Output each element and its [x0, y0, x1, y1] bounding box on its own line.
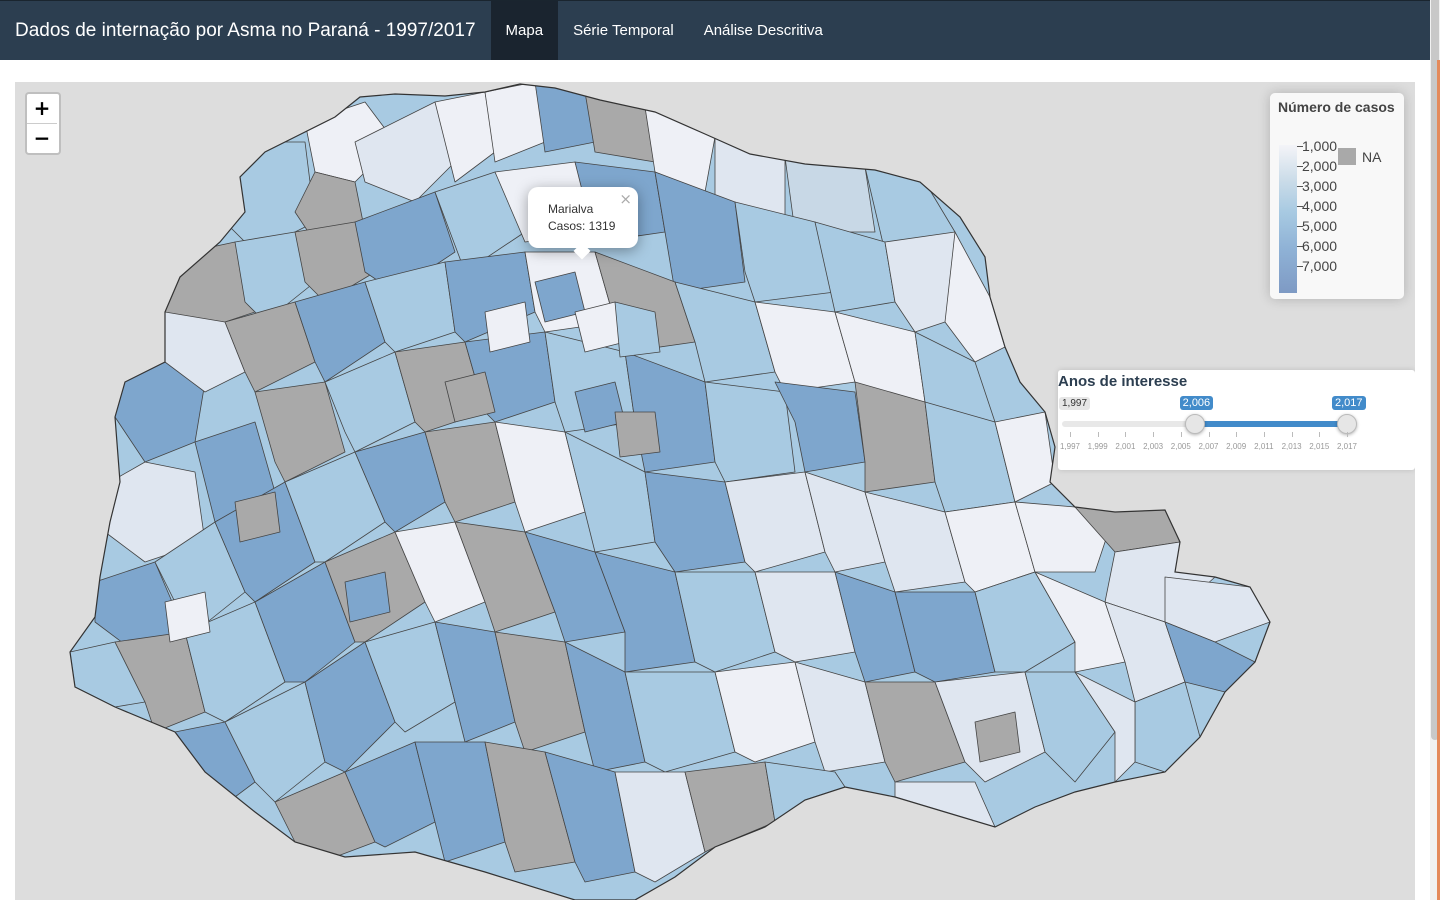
zoom-in-button[interactable]: +: [27, 94, 57, 124]
slider-tickmark: [1070, 432, 1071, 437]
legend-label-4000: 4,000: [1302, 198, 1338, 214]
slider-tick-label: 2,001: [1115, 442, 1136, 451]
slider-tick-label: 2,015: [1309, 442, 1330, 451]
popup-municipality-name: Marialva: [548, 202, 594, 216]
slider-from-value: 2,006: [1179, 396, 1214, 410]
tab-mapa[interactable]: Mapa: [490, 1, 559, 60]
slider-title: Anos de interesse: [1058, 373, 1188, 390]
municipality-polygons: [70, 84, 1270, 900]
slider-to-value: 2,017: [1332, 396, 1366, 410]
slider-tick-label: 1,997: [1059, 442, 1081, 451]
legend-label-2000: 2,000: [1302, 158, 1338, 174]
legend-na-swatch: [1338, 148, 1356, 165]
legend-color-ramp: [1279, 145, 1297, 293]
legend-label-7000: 7,000: [1302, 258, 1338, 274]
year-range-panel: Anos de interesse 1,997 2,006 2,017 1,99…: [1058, 370, 1415, 470]
slider-tickmark: [1263, 432, 1265, 437]
slider-handle-from[interactable]: [1184, 414, 1205, 434]
zoom-out-button[interactable]: −: [27, 124, 57, 153]
slider-handle-to[interactable]: [1337, 414, 1357, 434]
map-container[interactable]: + − × Marialva Casos: 1319 Número de cas…: [15, 82, 1415, 900]
slider-tick-label: 2,007: [1198, 442, 1219, 451]
slider-tickmark: [1319, 432, 1321, 437]
parana-choropleth-map[interactable]: [15, 82, 1415, 900]
legend-label-3000: 3,000: [1302, 178, 1338, 194]
slider-min-label: 1,997: [1059, 397, 1091, 410]
zoom-control: + −: [25, 92, 61, 155]
app-title: Dados de internação por Asma no Paraná -…: [15, 19, 476, 41]
slider-tickmark: [1236, 432, 1238, 437]
slider-tickmark: [1153, 432, 1155, 437]
navbar: Dados de internação por Asma no Paraná -…: [0, 0, 1430, 60]
slider-tick-label: 2,003: [1143, 442, 1164, 451]
tab-analise-descritiva[interactable]: Análise Descritiva: [689, 1, 838, 60]
slider-tickmark: [1097, 432, 1099, 437]
legend-label-5000: 5,000: [1302, 218, 1338, 234]
slider-tickmark: [1208, 432, 1210, 437]
slider-tick-label: 2,009: [1226, 442, 1247, 451]
legend-label-6000: 6,000: [1302, 238, 1338, 254]
slider-tickmark: [1125, 432, 1127, 437]
legend-na-label: NA: [1362, 149, 1382, 165]
slider-tick-label: 2,011: [1254, 442, 1274, 451]
map-legend: Número de casos 1,000 2,000 3,000 4,000 …: [1270, 93, 1404, 299]
slider-tick-label: 2,005: [1170, 442, 1191, 451]
slider-selected-range: [1194, 421, 1347, 427]
tab-serie-temporal[interactable]: Série Temporal: [558, 1, 689, 60]
municipality-popup: × Marialva Casos: 1319: [528, 187, 638, 260]
slider-tickmark: [1291, 432, 1293, 437]
slider-tickmark: [1180, 432, 1182, 437]
popup-close-button[interactable]: ×: [619, 190, 632, 208]
slider-tick-label: 2,017: [1336, 442, 1358, 451]
slider-tick-label: 1,999: [1087, 442, 1108, 451]
legend-label-1000: 1,000: [1302, 138, 1338, 154]
legend-title: Número de casos: [1278, 99, 1395, 115]
popup-cases: Casos: 1319: [548, 219, 616, 233]
slider-tickmark: [1347, 432, 1348, 437]
slider-tick-label: 2,013: [1281, 442, 1302, 451]
